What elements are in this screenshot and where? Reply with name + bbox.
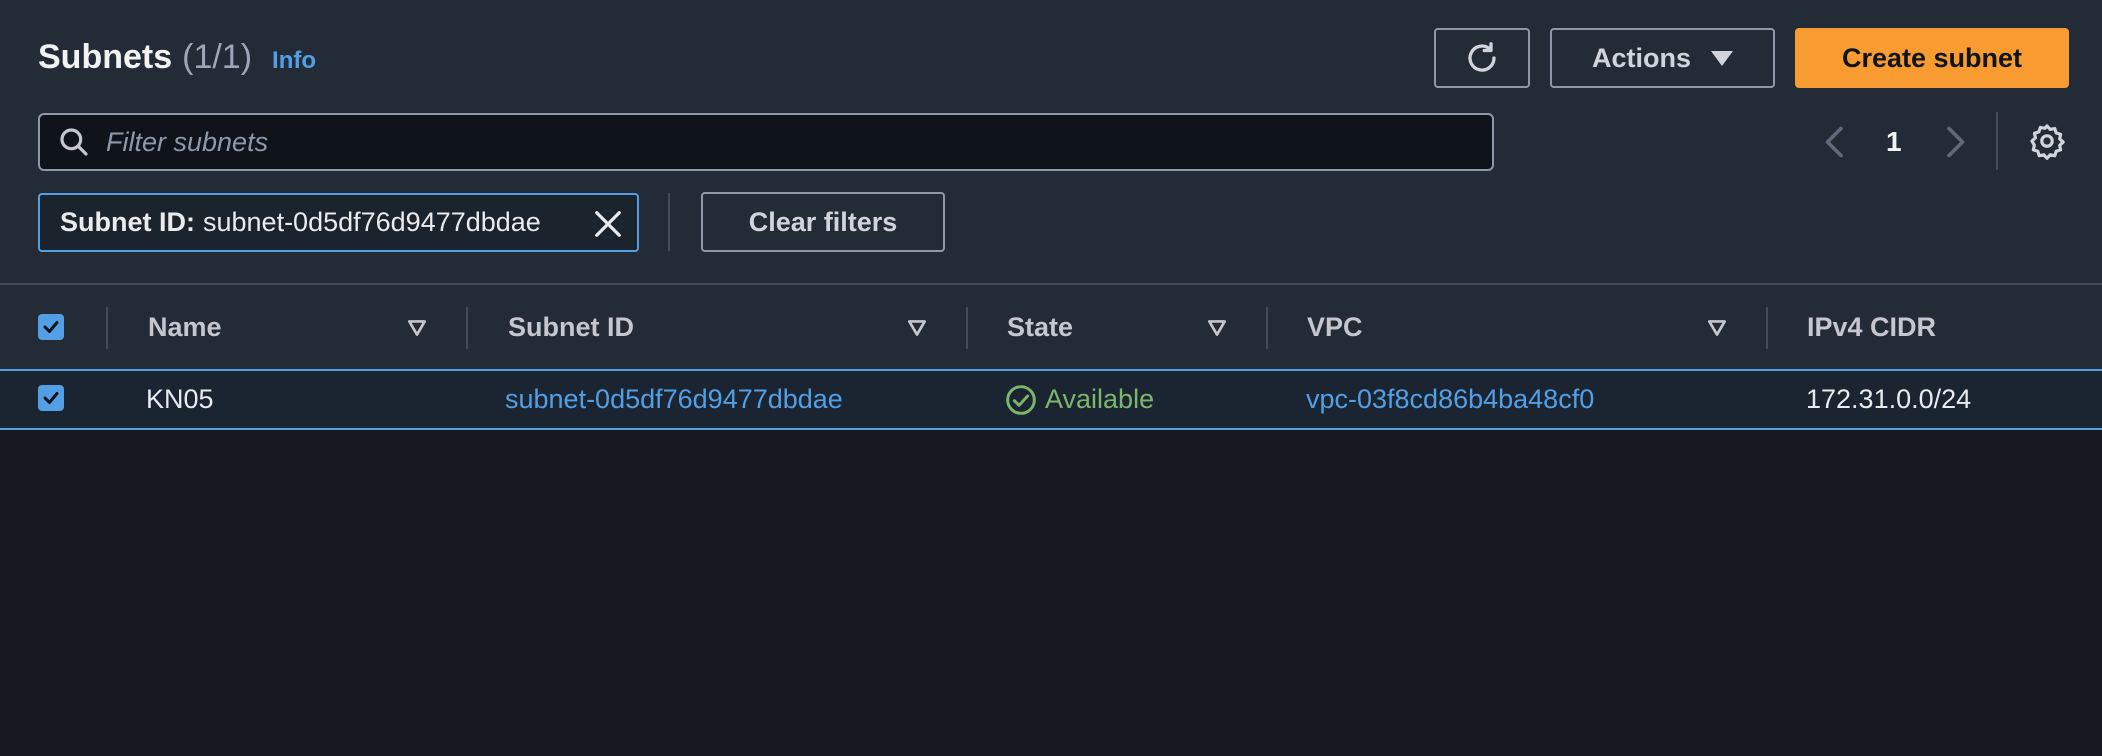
- item-count: (1/1): [182, 38, 253, 76]
- gear-icon: [2030, 124, 2065, 160]
- cell-ipv4-cidr: 172.31.0.0/24: [1806, 384, 1972, 414]
- pagination-divider: [1996, 112, 1998, 170]
- search-input[interactable]: [104, 125, 1458, 159]
- column-header-subnet-id[interactable]: Subnet ID: [508, 285, 634, 369]
- cell-subnet-id-link[interactable]: subnet-0d5df76d9477dbdae: [505, 371, 843, 428]
- column-header-ipv4-cidr[interactable]: IPv4 CIDR: [1807, 285, 1936, 369]
- select-all-checkbox[interactable]: [38, 314, 64, 340]
- sort-caret-icon[interactable]: [406, 317, 428, 339]
- table-row[interactable]: KN05 subnet-0d5df76d9477dbdae Available …: [0, 369, 2102, 430]
- column-separator: [966, 307, 968, 349]
- column-header-vpc[interactable]: VPC: [1307, 285, 1363, 369]
- page-title-row: Subnets (1/1) Info: [38, 38, 316, 77]
- refresh-icon: [1468, 42, 1496, 72]
- create-subnet-button[interactable]: Create subnet: [1795, 28, 2069, 88]
- cell-name: KN05: [146, 384, 214, 414]
- actions-label: Actions: [1591, 42, 1691, 73]
- cell-state: Available: [1005, 371, 1154, 428]
- column-separator: [466, 307, 468, 349]
- state-label: Available: [1045, 384, 1155, 414]
- sort-caret-icon[interactable]: [1706, 317, 1728, 339]
- sort-caret-icon[interactable]: [906, 317, 928, 339]
- current-page-number[interactable]: 1: [1886, 113, 1902, 171]
- caret-down-icon: [1711, 50, 1733, 66]
- sort-caret-icon[interactable]: [1206, 317, 1228, 339]
- remove-filter-button[interactable]: [593, 209, 623, 246]
- checkmark-icon: [43, 321, 59, 333]
- search-icon: [60, 128, 88, 156]
- preferences-button[interactable]: [2028, 122, 2066, 165]
- column-header-state[interactable]: State: [1007, 285, 1073, 369]
- column-separator: [1266, 307, 1268, 349]
- checkmark-icon: [43, 392, 59, 404]
- table-header: Name Subnet ID State VPC IPv4 CIDR: [0, 283, 2102, 369]
- subnets-container: Subnets (1/1) Info Actions Create subnet…: [0, 0, 2102, 283]
- actions-dropdown[interactable]: Actions: [1550, 28, 1775, 88]
- info-link[interactable]: Info: [272, 47, 316, 75]
- chevron-right-icon: [1947, 126, 1965, 158]
- refresh-button[interactable]: [1434, 28, 1530, 88]
- column-separator: [106, 307, 108, 349]
- filter-token-value: subnet-0d5df76d9477dbdae: [203, 207, 541, 237]
- column-header-name[interactable]: Name: [148, 285, 222, 369]
- previous-page-button[interactable]: [1820, 113, 1850, 171]
- cell-vpc-link[interactable]: vpc-03f8cd86b4ba48cf0: [1306, 371, 1594, 428]
- clear-filters-button[interactable]: Clear filters: [701, 192, 945, 252]
- chevron-left-icon: [1825, 126, 1843, 158]
- close-icon: [595, 211, 621, 237]
- next-page-button[interactable]: [1940, 113, 1970, 171]
- filter-divider: [668, 193, 670, 251]
- row-checkbox[interactable]: [38, 385, 64, 411]
- page-title: Subnets: [38, 38, 173, 76]
- filter-token-key: Subnet ID:: [60, 207, 195, 237]
- column-separator: [1766, 307, 1768, 349]
- check-circle-icon: [1006, 384, 1036, 415]
- filter-token: Subnet ID: subnet-0d5df76d9477dbdae: [38, 193, 639, 252]
- filter-search-box[interactable]: [38, 113, 1494, 171]
